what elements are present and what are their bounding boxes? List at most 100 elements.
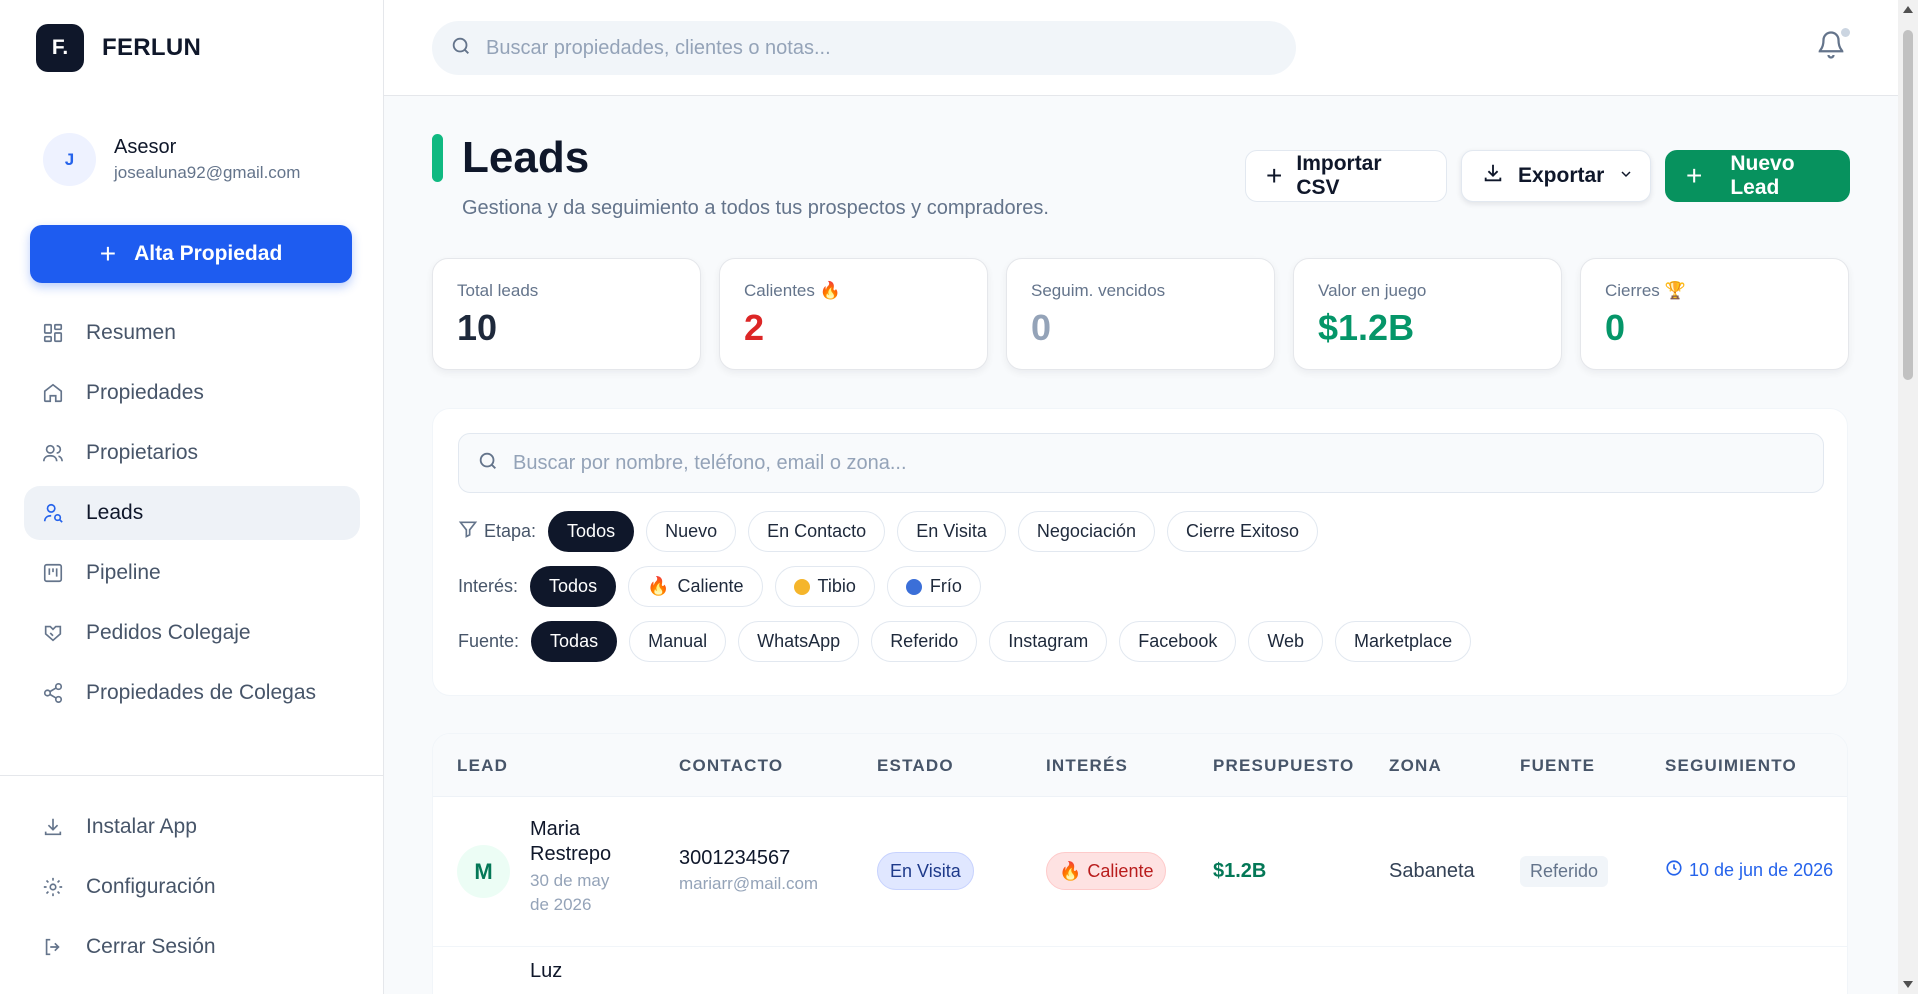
sidebar-item-label: Resumen: [86, 321, 176, 344]
source-chip-referido[interactable]: Referido: [871, 621, 978, 662]
sidebar-item-propietarios[interactable]: Propietarios: [24, 426, 360, 480]
sidebar-item-label: Pipeline: [86, 561, 161, 584]
col-header-fuente[interactable]: FUENTE: [1520, 756, 1595, 776]
stage-chip-cierre-exitoso[interactable]: Cierre Exitoso: [1166, 511, 1319, 552]
col-header-presupuesto[interactable]: PRESUPUESTO: [1213, 756, 1354, 776]
scroll-up-icon[interactable]: [1903, 6, 1913, 13]
sidebar-divider: [0, 775, 384, 776]
sidebar-item-leads[interactable]: Leads: [24, 486, 360, 540]
interest-badge[interactable]: 🔥 Caliente: [1046, 852, 1167, 890]
source-chip-web[interactable]: Web: [1248, 621, 1324, 662]
lead-phone[interactable]: 3001234567: [679, 847, 818, 870]
status-badge[interactable]: En Visita: [877, 852, 974, 890]
source-chip-whatsapp[interactable]: WhatsApp: [738, 621, 860, 662]
lead-search-input[interactable]: [513, 451, 1713, 475]
page-scrollbar[interactable]: [1898, 0, 1918, 994]
source-chip-facebook[interactable]: Facebook: [1119, 621, 1237, 662]
sidebar-item-resumen[interactable]: Resumen: [24, 306, 360, 360]
stat-card-vencidos: Seguim. vencidos 0: [1006, 258, 1275, 370]
sidebar-item-pipeline[interactable]: Pipeline: [24, 546, 360, 600]
interest-chip-caliente[interactable]: 🔥 Caliente: [628, 566, 763, 607]
sidebar-item-propiedades[interactable]: Propiedades: [24, 366, 360, 420]
leads-table: LEAD CONTACTO ESTADO INTERÉS PRESUPUESTO…: [432, 733, 1848, 994]
stat-card-valor: Valor en juego $1.2B: [1293, 258, 1562, 370]
table-header: LEAD CONTACTO ESTADO INTERÉS PRESUPUESTO…: [433, 734, 1847, 797]
import-csv-button[interactable]: + Importar CSV: [1245, 150, 1447, 202]
stat-value: 0: [1605, 307, 1626, 348]
plus-icon: +: [1686, 160, 1703, 191]
col-header-estado[interactable]: ESTADO: [877, 756, 954, 776]
col-header-interes[interactable]: INTERÉS: [1046, 756, 1128, 776]
lead-name[interactable]: Luz: [530, 959, 630, 984]
gear-icon: [42, 876, 64, 898]
export-button[interactable]: Exportar: [1461, 150, 1651, 202]
sidebar-item-label: Configuración: [86, 875, 216, 898]
notifications-button[interactable]: [1816, 28, 1850, 62]
sidebar-item-configuracion[interactable]: Configuración: [24, 860, 360, 914]
sidebar-nav: Resumen Propiedades Propietarios Leads P…: [24, 306, 360, 726]
new-lead-button[interactable]: + Nuevo Lead: [1665, 150, 1850, 202]
col-header-seguimiento[interactable]: SEGUIMIENTO: [1665, 756, 1797, 776]
followup-date[interactable]: 10 de jun de 2026: [1665, 859, 1833, 882]
sidebar-bottom-nav: Instalar App Configuración Cerrar Sesión: [24, 800, 360, 980]
sidebar-item-cerrar-sesion[interactable]: Cerrar Sesión: [24, 920, 360, 974]
followup-label: 10 de jun de 2026: [1689, 860, 1834, 880]
source-chip-todas[interactable]: Todas: [531, 621, 618, 662]
grid-icon: [42, 322, 64, 344]
stage-filter-row: Etapa: Todos Nuevo En Contacto En Visita…: [458, 511, 1330, 552]
users-icon: [42, 442, 64, 464]
sidebar: F. FERLUN J Asesor josealuna92@gmail.com…: [0, 0, 384, 994]
interest-chip-tibio[interactable]: Tibio: [774, 566, 875, 607]
stage-chip-todos[interactable]: Todos: [548, 511, 635, 552]
filter-icon: [458, 519, 478, 544]
source-chip-manual[interactable]: Manual: [629, 621, 727, 662]
global-search[interactable]: [432, 21, 1296, 75]
filters-panel: Etapa: Todos Nuevo En Contacto En Visita…: [432, 408, 1848, 696]
interest-label: Interés:: [458, 576, 519, 596]
sidebar-item-pedidos-colegaje[interactable]: Pedidos Colegaje: [24, 606, 360, 660]
stage-chip-en-visita[interactable]: En Visita: [897, 511, 1006, 552]
col-header-zona[interactable]: ZONA: [1389, 756, 1442, 776]
sidebar-item-label: Pedidos Colegaje: [86, 621, 251, 644]
sidebar-item-instalar-app[interactable]: Instalar App: [24, 800, 360, 854]
table-row[interactable]: Luz: [433, 947, 1847, 994]
col-header-lead[interactable]: LEAD: [457, 756, 508, 776]
source-tag: Referido: [1520, 856, 1609, 887]
download-icon: [42, 816, 64, 838]
stats-row: Total leads 10 Calientes 🔥 2 Seguim. ven…: [432, 258, 1849, 370]
stat-label: Total leads: [457, 281, 539, 300]
stat-card-total: Total leads 10: [432, 258, 701, 370]
sidebar-item-propiedades-colegas[interactable]: Propiedades de Colegas: [24, 666, 360, 720]
brand[interactable]: F. FERLUN: [36, 24, 201, 72]
table-row[interactable]: M Maria Restrepo 30 de may de 2026 30012…: [433, 797, 1847, 947]
sidebar-item-label: Leads: [86, 501, 144, 524]
stage-chip-nuevo[interactable]: Nuevo: [646, 511, 737, 552]
avatar: M: [457, 845, 510, 898]
interest-chip-todos[interactable]: Todos: [530, 566, 617, 607]
global-search-input[interactable]: [486, 36, 1246, 60]
source-label: Fuente:: [458, 631, 520, 651]
stage-chip-en-contacto[interactable]: En Contacto: [748, 511, 886, 552]
col-header-contacto[interactable]: CONTACTO: [679, 756, 783, 776]
export-label: Exportar: [1518, 164, 1605, 187]
sidebar-item-label: Propiedades: [86, 381, 204, 404]
interest-chip-frio[interactable]: Frío: [886, 566, 981, 607]
chip-label: Todos: [549, 576, 598, 596]
search-icon: [450, 35, 472, 62]
stat-value: 10: [457, 307, 498, 348]
alta-propiedad-label: Alta Propiedad: [134, 242, 283, 265]
alta-propiedad-button[interactable]: + Alta Propiedad: [30, 225, 352, 283]
lead-date: 30 de may de 2026: [530, 871, 610, 914]
scroll-down-icon[interactable]: [1903, 981, 1913, 988]
source-chip-instagram[interactable]: Instagram: [989, 621, 1108, 662]
lead-name[interactable]: Maria Restrepo: [530, 817, 630, 867]
stat-value: $1.2B: [1318, 307, 1415, 348]
profile-email: josealuna92@gmail.com: [114, 163, 301, 182]
lead-email[interactable]: mariarr@mail.com: [679, 874, 818, 894]
stage-chip-negociacion[interactable]: Negociación: [1017, 511, 1155, 552]
source-chip-marketplace[interactable]: Marketplace: [1335, 621, 1472, 662]
scroll-thumb[interactable]: [1903, 30, 1913, 380]
lead-search[interactable]: [458, 433, 1824, 493]
home-icon: [42, 382, 64, 404]
user-profile[interactable]: J Asesor josealuna92@gmail.com: [43, 133, 300, 186]
